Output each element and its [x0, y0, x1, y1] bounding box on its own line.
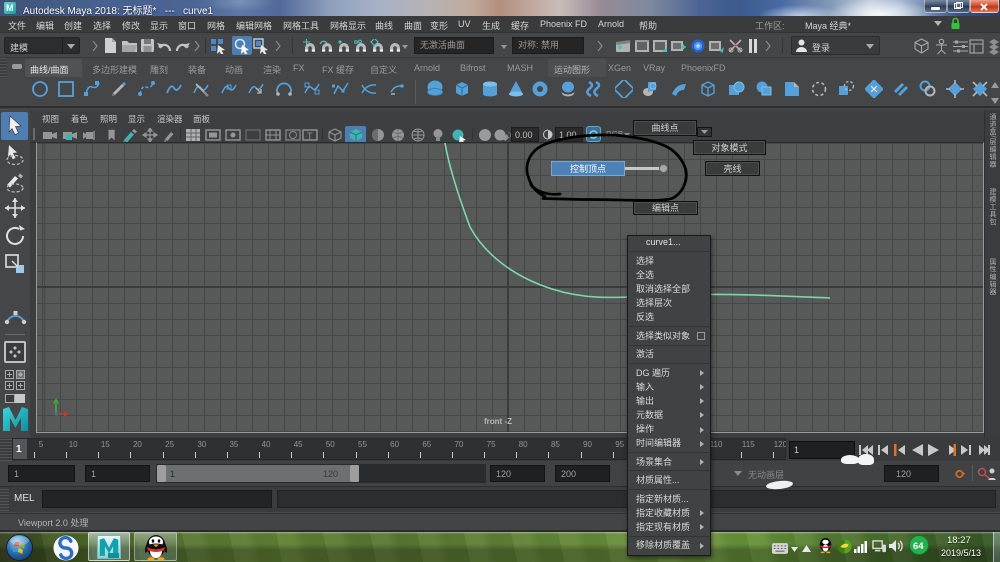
svg-text:64: 64 [913, 541, 924, 552]
svg-text:T: T [307, 131, 313, 141]
